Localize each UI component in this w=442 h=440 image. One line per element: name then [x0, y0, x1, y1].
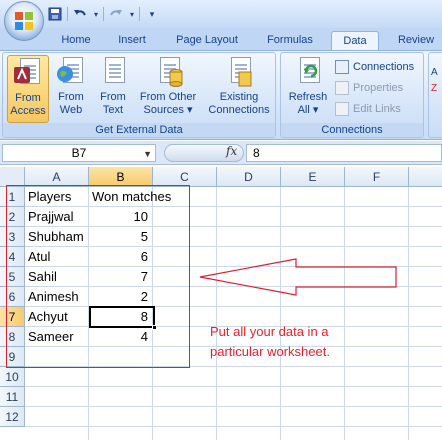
text-file-icon — [98, 55, 128, 89]
grid-line — [280, 187, 281, 440]
grid-line — [216, 187, 217, 440]
connections-group-label: Connections — [281, 123, 423, 137]
from-text-label-2: Text — [102, 104, 124, 116]
grid-line — [344, 187, 345, 440]
tab-review[interactable]: Review — [390, 31, 442, 50]
tab-insert[interactable]: Insert — [110, 31, 154, 50]
from-access-label-2: Access — [10, 105, 46, 117]
row-header-11[interactable]: 11 — [0, 387, 25, 407]
get-external-data-label: Get External Data — [3, 123, 275, 137]
sort-filter-group-partial: AZ — [428, 52, 442, 138]
formula-bar: B7 ▼ fx 8 — [0, 141, 442, 165]
existing-connections-label-2: Connections — [208, 104, 270, 116]
existing-connections-button[interactable]: Existing Connections — [205, 55, 273, 123]
from-web-label-1: From — [58, 91, 84, 103]
connections-group: Refresh All ▾ Connections Properties Edi… — [280, 52, 424, 138]
access-icon — [13, 56, 43, 90]
column-header-a[interactable]: A — [25, 167, 89, 187]
annotation-arrow-icon — [199, 258, 397, 296]
connections-file-icon — [224, 55, 254, 89]
existing-connections-label-1: Existing — [219, 91, 259, 103]
from-web-label-2: Web — [59, 104, 83, 116]
toolbar-separator — [67, 7, 68, 21]
redo-icon[interactable] — [107, 5, 125, 23]
sort-icon[interactable]: AZ — [430, 65, 442, 105]
grid-line — [25, 386, 442, 387]
office-logo-icon — [15, 12, 33, 30]
grid-line — [408, 187, 409, 440]
edit-links-label: Edit Links — [353, 103, 401, 115]
from-text-label-1: From — [100, 91, 126, 103]
database-icon — [153, 55, 183, 89]
grid-line — [25, 426, 442, 427]
select-all-corner[interactable] — [0, 167, 25, 187]
connections-command[interactable]: Connections — [335, 58, 414, 76]
name-box[interactable]: B7 ▼ — [2, 144, 156, 162]
undo-dropdown-icon[interactable]: ▾ — [92, 5, 100, 23]
refresh-all-button[interactable]: Refresh All ▾ — [283, 55, 333, 123]
edit-links-command[interactable]: Edit Links — [335, 100, 401, 118]
connections-label: Connections — [353, 61, 415, 73]
save-icon[interactable] — [46, 5, 64, 23]
web-globe-icon — [56, 55, 86, 89]
tab-formulas[interactable]: Formulas — [260, 31, 320, 50]
worksheet-grid[interactable]: A B C D E F 1 2 3 4 5 6 7 8 9 10 11 12 P… — [0, 167, 442, 440]
name-box-value: B7 — [71, 146, 87, 160]
connections-icon — [335, 60, 349, 74]
from-access-button[interactable]: From Access — [7, 55, 49, 123]
svg-text:Z: Z — [431, 83, 437, 94]
from-text-button[interactable]: From Text — [93, 55, 133, 123]
column-header-e[interactable]: E — [281, 167, 345, 187]
tab-home[interactable]: Home — [56, 31, 96, 50]
column-header-f[interactable]: F — [345, 167, 409, 187]
ribbon: From Access From Web From Text From Othe… — [0, 50, 442, 140]
excel-window: ▾ ▾ ▾ Home Insert Page Layout Formulas D… — [0, 0, 442, 440]
data-highlight-box — [6, 185, 190, 368]
customize-toolbar-icon[interactable]: ▾ — [143, 5, 161, 23]
properties-icon — [335, 81, 349, 95]
insert-function-icon[interactable]: fx — [226, 144, 237, 158]
column-header-b[interactable]: B — [89, 167, 153, 187]
column-header-g-partial[interactable] — [409, 167, 442, 187]
title-bar: ▾ ▾ ▾ — [0, 0, 442, 28]
formula-input[interactable]: 8 — [246, 144, 442, 162]
refresh-icon — [293, 55, 323, 89]
chevron-down-icon[interactable]: ▼ — [143, 146, 152, 162]
row-header-12[interactable]: 12 — [0, 407, 25, 427]
tab-data[interactable]: Data — [331, 31, 379, 50]
get-external-data-group: From Access From Web From Text From Othe… — [2, 52, 276, 138]
column-header-c[interactable]: C — [153, 167, 217, 187]
from-access-label-1: From — [15, 92, 41, 104]
properties-command[interactable]: Properties — [335, 79, 403, 97]
quick-access-toolbar: ▾ ▾ ▾ — [46, 4, 161, 24]
svg-text:A: A — [431, 67, 438, 78]
column-header-d[interactable]: D — [217, 167, 281, 187]
office-button[interactable] — [4, 1, 44, 41]
from-other-sources-label-1: From Other — [139, 91, 197, 103]
toolbar-separator — [139, 7, 140, 21]
refresh-all-label-2: All ▾ — [297, 104, 319, 116]
annotation-text: Put all your data in a particular worksh… — [210, 324, 330, 359]
row-header-10[interactable]: 10 — [0, 367, 25, 387]
grid-line — [25, 406, 442, 407]
edit-links-icon — [335, 102, 349, 116]
from-other-sources-label-2: Sources ▾ — [143, 104, 193, 116]
redo-dropdown-icon[interactable]: ▾ — [128, 5, 136, 23]
properties-label: Properties — [353, 82, 404, 94]
from-other-sources-button[interactable]: From Other Sources ▾ — [135, 55, 201, 123]
from-web-button[interactable]: From Web — [51, 55, 91, 123]
refresh-all-label-1: Refresh — [288, 91, 328, 103]
tab-page-layout[interactable]: Page Layout — [170, 31, 244, 50]
ribbon-tabs: Home Insert Page Layout Formulas Data Re… — [0, 28, 442, 50]
undo-icon[interactable] — [71, 5, 89, 23]
toolbar-separator — [103, 7, 104, 21]
